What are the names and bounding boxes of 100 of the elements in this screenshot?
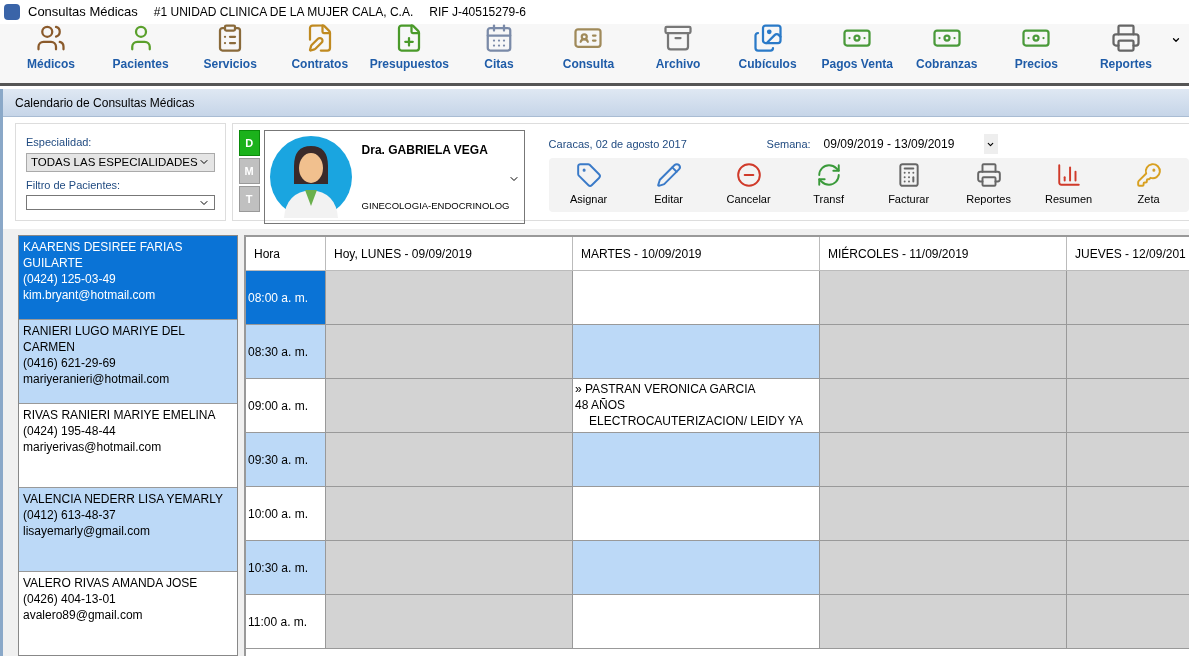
unavailable-slot[interactable] (326, 595, 573, 649)
doctor-name: Dra. GABRIELA VEGA (361, 142, 489, 159)
patient-name: VALERO RIVAS AMANDA JOSE (23, 575, 199, 591)
doctor-specialty: GINECOLOGIA-ENDOCRINOLOG (361, 198, 511, 213)
rif-number: RIF J-40515279-6 (429, 4, 526, 21)
patient-email: lisayemarly@gmail.com (23, 523, 151, 539)
toolbar-button[interactable]: Cobranzas (905, 23, 988, 73)
toolbar-button[interactable]: Consulta (547, 23, 630, 73)
toolbar-button[interactable]: Servicios (189, 23, 272, 73)
specialty-dropdown[interactable]: TODAS LAS ESPECIALIDADES (26, 152, 215, 172)
specialty-label: Especialidad: (26, 135, 93, 150)
unavailable-slot[interactable] (326, 271, 573, 325)
action-button[interactable]: Cancelar (708, 162, 789, 208)
free-slot[interactable] (573, 595, 820, 649)
window-title: Consultas Médicas (28, 3, 138, 22)
patient-name: VALENCIA NEDERR LISA YEMARLY (23, 491, 225, 507)
unavailable-slot[interactable] (820, 379, 1067, 433)
unavailable-slot[interactable] (820, 595, 1067, 649)
overflow-caret-icon[interactable] (1171, 35, 1181, 45)
key-icon (1135, 162, 1162, 189)
time-cell[interactable]: 10:00 a. m. (246, 487, 326, 541)
toolbar-button[interactable]: Pagos Venta (816, 23, 899, 73)
unavailable-slot[interactable] (326, 325, 573, 379)
column-header: MIÉRCOLES - 11/09/2019 (820, 237, 1067, 271)
toolbar-button[interactable]: Pacientes (99, 23, 182, 73)
column-header: MARTES - 10/09/2019 (573, 237, 820, 271)
pictures-icon (752, 23, 783, 53)
toolbar-button[interactable]: Presupuestos (368, 23, 451, 73)
week-dropdown[interactable] (983, 134, 998, 154)
time-cell[interactable]: 08:00 a. m. (246, 271, 326, 325)
time-cell[interactable]: 09:00 a. m. (246, 379, 326, 433)
unavailable-slot[interactable] (326, 433, 573, 487)
current-date: Caracas, 02 de agosto 2017 (548, 136, 688, 152)
people-icon (36, 23, 66, 53)
patient-name: RIVAS RANIERI MARIYE EMELINA (23, 407, 217, 423)
toolbar-button[interactable]: Contratos (278, 23, 361, 73)
patient-phone: (0424) 195-48-44 (23, 423, 117, 439)
patient-filter-dropdown[interactable] (26, 195, 215, 210)
toolbar-button[interactable]: Precios (995, 23, 1078, 73)
time-cell[interactable]: 10:30 a. m. (246, 541, 326, 595)
time-cell[interactable]: 08:30 a. m. (246, 325, 326, 379)
free-slot[interactable] (573, 271, 820, 325)
action-button[interactable]: Resumen (1028, 162, 1109, 208)
patient-email: kim.bryant@hotmail.com (23, 287, 157, 303)
unavailable-slot[interactable] (820, 487, 1067, 541)
appointment-patient: » PASTRAN VERONICA GARCIA (575, 381, 757, 397)
patient-item[interactable]: RANIERI LUGO MARIYE DEL CARMEN (0416) 621-29-69 mariyeranieri@hotmail.com (19, 320, 237, 404)
patient-phone: (0412) 613-48-37 (23, 507, 117, 523)
action-button[interactable]: Transf (788, 162, 869, 208)
patient-email: mariyeranieri@hotmail.com (23, 371, 171, 387)
cabinet-icon (663, 23, 694, 53)
patient-item[interactable]: KAARENS DESIREE FARIAS GUILARTE (0424) 125-03-49 kim.bryant@hotmail.com (19, 236, 237, 320)
column-header: Hoy, LUNES - 09/09/2019 (326, 237, 573, 271)
patient-email: avalero89@gmail.com (23, 607, 144, 623)
week-range: 09/09/2019 - 13/09/2019 (823, 136, 956, 153)
free-slot[interactable] (573, 541, 820, 595)
time-cell[interactable]: 11:00 a. m. (246, 595, 326, 649)
action-button[interactable]: Reportes (948, 162, 1029, 208)
patient-name: KAARENS DESIREE FARIAS GUILARTE (23, 239, 184, 271)
toolbar-button[interactable]: Archivo (637, 23, 720, 73)
free-slot[interactable] (573, 433, 820, 487)
doctor-card[interactable]: Dra. GABRIELA VEGA GINECOLOGIA-ENDOCRINOLOG (263, 130, 525, 224)
patient-name: RANIERI LUGO MARIYE DEL CARMEN (23, 323, 186, 355)
action-button[interactable]: Facturar (868, 162, 949, 208)
time-cell[interactable]: 09:30 a. m. (246, 433, 326, 487)
free-slot[interactable] (573, 325, 820, 379)
toolbar-button[interactable]: Médicos (10, 23, 92, 73)
week-label: Semana: (766, 136, 812, 152)
unavailable-slot[interactable] (326, 541, 573, 595)
toolbar-button[interactable]: Reportes (1084, 23, 1167, 73)
unavailable-slot[interactable] (326, 487, 573, 541)
patient-phone: (0416) 621-29-69 (23, 355, 117, 371)
printer-icon (975, 162, 1002, 189)
toolbar-button[interactable]: Cubículos (726, 23, 809, 73)
printer-icon (1110, 23, 1141, 53)
appointment-age: 48 AÑOS (575, 397, 627, 413)
patient-phone: (0426) 404-13-01 (23, 591, 117, 607)
action-button[interactable]: Editar (628, 162, 709, 208)
action-button[interactable]: Asignar (548, 162, 629, 208)
tag-icon (575, 162, 602, 189)
pencil-icon (655, 162, 682, 189)
appointment-service: ELECTROCAUTERIZACION/ LEIDY YA (588, 413, 805, 429)
clinic-name: #1 UNIDAD CLINICA DE LA MUJER CALA, C.A. (153, 4, 414, 21)
patient-item[interactable]: VALENCIA NEDERR LISA YEMARLY (0412) 613-48-37 lisayemarly@gmail.com (19, 488, 237, 572)
unavailable-slot[interactable] (820, 325, 1067, 379)
unavailable-slot[interactable] (820, 541, 1067, 595)
appointment-cell[interactable]: » PASTRAN VERONICA GARCIA 48 AÑOS ELECTROCAUTERIZACION/ LEIDY YA (573, 379, 820, 433)
unavailable-slot[interactable] (820, 271, 1067, 325)
patient-phone: (0424) 125-03-49 (23, 271, 117, 287)
unavailable-slot[interactable] (820, 433, 1067, 487)
minus-circle-icon (735, 162, 762, 189)
unavailable-slot[interactable] (326, 379, 573, 433)
toolbar-button[interactable]: Citas (457, 23, 540, 73)
arrows-icon (815, 162, 842, 189)
bar-chart-icon (1055, 162, 1082, 189)
panel-header: Calendario de Consultas Médicas (3, 89, 1189, 117)
action-button[interactable]: Zeta (1108, 162, 1189, 208)
patient-email: mariyerivas@hotmail.com (23, 439, 163, 455)
patient-filter-label: Filtro de Pacientes: (26, 177, 122, 193)
free-slot[interactable] (573, 487, 820, 541)
